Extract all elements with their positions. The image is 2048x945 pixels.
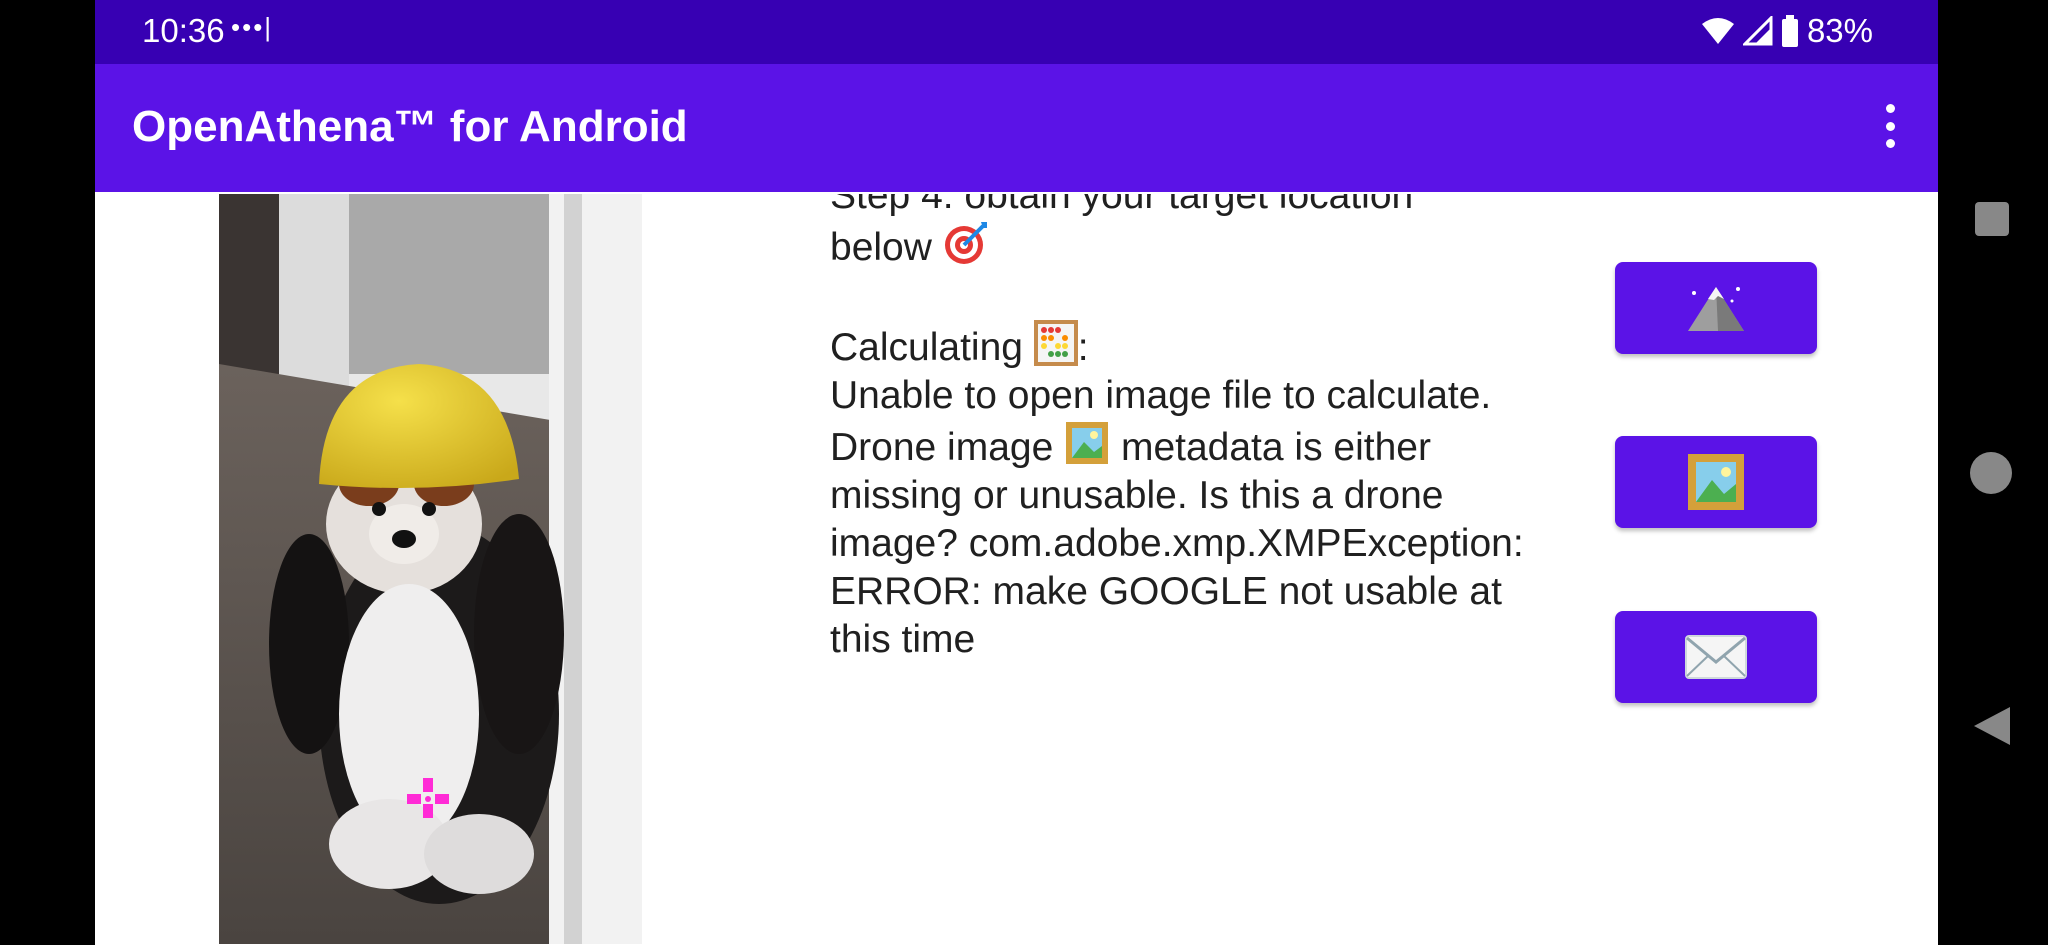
framed-picture-icon (1066, 422, 1109, 464)
mountain-icon (1688, 287, 1744, 331)
status-time: 10:36 (142, 12, 225, 49)
battery-icon (1781, 15, 1798, 47)
step-text: below (830, 220, 1550, 272)
drone-image-preview[interactable] (219, 194, 642, 944)
battery-percent: 83% (1806, 12, 1873, 49)
app-bar: OpenAthena™ for Android (95, 64, 1938, 192)
wifi-icon (1701, 18, 1734, 44)
navigation-bar (1938, 0, 2048, 945)
home-icon[interactable] (1968, 450, 2014, 496)
envelope-icon (1685, 635, 1747, 679)
select-image-button[interactable] (1615, 436, 1817, 528)
target-icon (944, 222, 987, 264)
recents-icon[interactable] (1973, 200, 2011, 238)
app-title: OpenAthena™ for Android (132, 102, 688, 151)
send-email-button[interactable] (1615, 611, 1817, 703)
framed-picture-icon (1688, 454, 1744, 510)
load-elevation-button[interactable] (1615, 262, 1817, 354)
cell-signal-icon (1742, 16, 1773, 46)
calculating-heading: Calculating : (830, 320, 1550, 372)
app-screen: 10:36 •••| 83% OpenAthena™ for Android S… (95, 0, 1938, 945)
back-icon[interactable] (1972, 705, 2012, 747)
status-icons: 83% (1701, 9, 1873, 53)
output-text: Step 4: obtain your target location belo… (830, 194, 1550, 664)
abacus-icon (1033, 320, 1078, 366)
notification-dots: •••| (231, 12, 274, 42)
clipped-step-line: Step 4: obtain your target location (830, 194, 1414, 217)
error-message: Unable to open image file to calculate. … (830, 374, 1535, 661)
status-bar: 10:36 •••| 83% (95, 0, 1938, 64)
overflow-menu-icon[interactable] (1880, 104, 1900, 148)
